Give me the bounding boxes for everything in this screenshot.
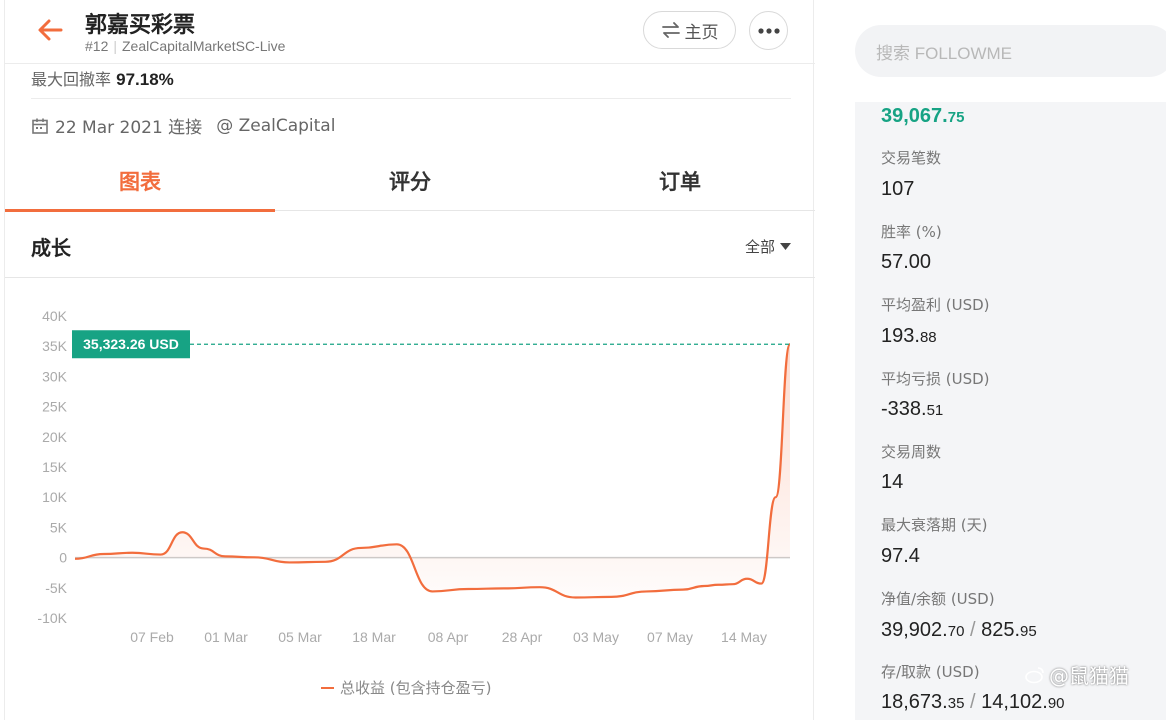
growth-chart: 40K 35K 30K 25K 20K 15K 10K 5K 0 -5K -10K 07 Feb 01 … — [5, 279, 815, 720]
range-filter-dropdown[interactable]: 全部 — [745, 236, 791, 257]
account-name: ZealCapitalMarketSC-Live — [122, 38, 286, 54]
growth-section-header: 成长 全部 — [5, 212, 815, 278]
equity-label: 净值/余额 (USD) — [881, 590, 995, 608]
tab-orders[interactable]: 订单 — [545, 150, 815, 211]
x-tick-label: 18 Mar — [352, 629, 396, 645]
connection-meta: 22 Mar 2021 连接 @ ZealCapital — [31, 113, 335, 138]
chart-legend[interactable]: 总收益 (包含持仓盈亏) — [321, 677, 491, 698]
y-tick-label: 5K — [50, 519, 68, 535]
y-tick-label: 40K — [42, 308, 68, 324]
x-tick-label: 14 May — [721, 629, 767, 645]
search-input[interactable]: 搜索 FOLLOWME — [855, 25, 1166, 77]
x-tick-label: 07 Feb — [130, 629, 174, 645]
home-label: 主页 — [684, 22, 719, 43]
y-tick-label: 30K — [42, 368, 68, 384]
home-button[interactable]: 主页 — [643, 11, 736, 49]
trader-detail-panel: 郭嘉买彩票 #12 | ZealCapitalMarketSC-Live 主页 最大… — [4, 0, 815, 720]
x-tick-label: 03 May — [573, 629, 619, 645]
watermark-text: @鼠猫猫 — [1049, 664, 1129, 688]
top-value: 39,067.75 — [881, 105, 965, 127]
winrate-value: 57.00 — [881, 251, 932, 273]
y-tick-label: 0 — [59, 550, 67, 566]
y-tick-label: 20K — [42, 429, 68, 445]
back-arrow-icon[interactable] — [35, 16, 65, 44]
avg-profit-label: 平均盈利 (USD) — [881, 296, 990, 314]
x-tick-label: 07 May — [647, 629, 693, 645]
y-tick-label: 35K — [42, 338, 68, 354]
legend-label: 总收益 (包含持仓盈亏) — [340, 679, 492, 697]
y-tick-label: 10K — [42, 489, 68, 505]
stats-panel: 39,067.75 交易笔数 107 胜率 (%) 57.00 平均盈利 (US… — [855, 102, 1166, 720]
search-placeholder: 搜索 FOLLOWME — [876, 43, 1013, 63]
y-tick-label: 25K — [42, 399, 68, 415]
deposit-withdraw-value: 18,673.35 / 14,102.90 — [881, 691, 1065, 713]
winrate-label: 胜率 (%) — [881, 223, 942, 241]
weeks-value: 14 — [881, 471, 904, 493]
connect-date: 22 Mar 2021 连接 — [55, 118, 203, 138]
calendar-icon — [32, 118, 48, 134]
equity-balance-value: 39,902.70 / 825.95 — [881, 619, 1037, 641]
current-value-label: 35,323.26 USD — [83, 336, 179, 352]
x-tick-label: 08 Apr — [428, 629, 469, 645]
avg-profit-value: 193.88 — [881, 325, 937, 347]
avg-loss-label: 平均亏损 (USD) — [881, 370, 990, 388]
account-info: #12 | ZealCapitalMarketSC-Live — [85, 38, 286, 54]
weibo-icon — [1025, 666, 1044, 683]
growth-area — [75, 344, 790, 598]
broker-link[interactable]: @ ZealCapital — [216, 116, 335, 136]
rank: #12 — [85, 38, 109, 54]
avg-loss-value: -338.51 — [881, 398, 944, 420]
max-drawdown: 最大回撤率 97.18% — [31, 66, 174, 90]
tab-rating[interactable]: 评分 — [275, 150, 545, 211]
filter-label: 全部 — [744, 238, 775, 256]
y-tick-label: -5K — [45, 580, 67, 596]
divider — [31, 98, 791, 99]
chart-svg: 40K 35K 30K 25K 20K 15K 10K 5K 0 -5K -10K 07 Feb 01 … — [37, 308, 792, 645]
trader-name: 郭嘉买彩票 — [85, 13, 196, 38]
tab-chart[interactable]: 图表 — [5, 150, 275, 212]
tab-bar: 图表 评分 订单 — [5, 150, 815, 212]
x-tick-label: 01 Mar — [204, 629, 248, 645]
y-tick-label: -10K — [37, 610, 67, 626]
more-icon — [757, 27, 780, 34]
deposit-label: 存/取款 (USD) — [881, 663, 980, 681]
watermark: @鼠猫猫 — [1025, 660, 1129, 689]
swap-icon — [661, 22, 680, 38]
x-tick-label: 05 Mar — [278, 629, 322, 645]
drawdown-label: 最大回撤率 — [31, 70, 112, 89]
header: 郭嘉买彩票 #12 | ZealCapitalMarketSC-Live 主页 — [5, 0, 815, 64]
x-tick-label: 28 Apr — [502, 629, 543, 645]
trades-label: 交易笔数 — [881, 149, 942, 167]
section-title: 成长 — [31, 236, 71, 260]
max-decline-label: 最大衰落期 (天) — [881, 516, 988, 534]
legend-swatch — [321, 686, 334, 689]
y-tick-label: 15K — [42, 459, 68, 475]
caret-down-icon — [780, 242, 791, 250]
trades-value: 107 — [881, 178, 915, 200]
max-decline-value: 97.4 — [881, 545, 920, 567]
more-button[interactable] — [749, 11, 788, 50]
drawdown-value: 97.18% — [116, 70, 174, 89]
weeks-label: 交易周数 — [881, 443, 942, 461]
